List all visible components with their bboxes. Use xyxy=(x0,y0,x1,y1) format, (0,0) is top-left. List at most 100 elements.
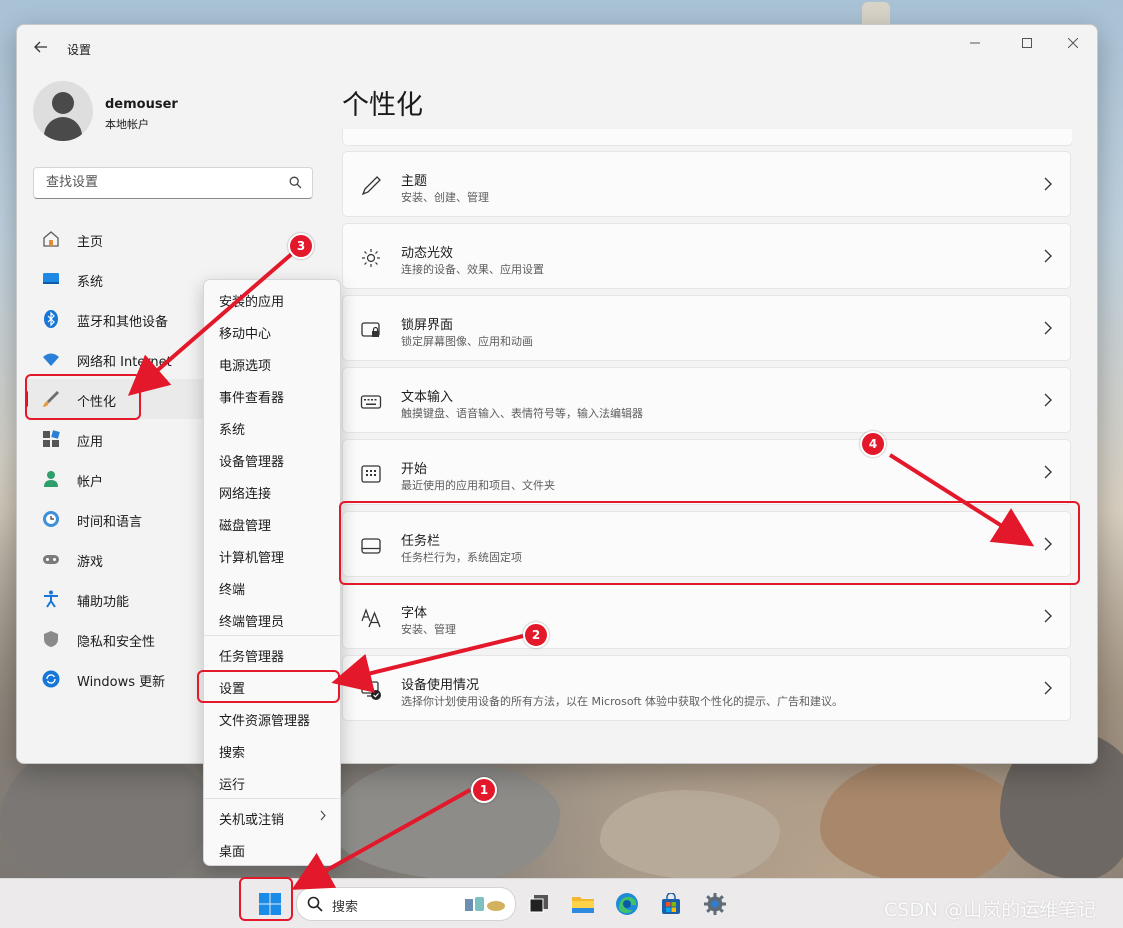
card-start[interactable]: 开始 最近使用的应用和项目、文件夹 xyxy=(342,439,1071,505)
account-type: 本地帐户 xyxy=(105,118,149,131)
chevron-right-icon xyxy=(1044,609,1052,623)
annotation-highlight-personalization xyxy=(25,374,141,420)
menu-item-label: 终端管理员 xyxy=(219,615,285,630)
menu-item-desktop[interactable]: 桌面 xyxy=(204,833,340,863)
account-icon xyxy=(41,469,61,489)
menu-item-installed-apps[interactable]: 安装的应用 xyxy=(204,283,340,313)
card-subtitle: 连接的设备、效果、应用设置 xyxy=(401,263,544,276)
card-title: 设备使用情况 xyxy=(401,678,480,693)
pen-icon xyxy=(359,174,383,198)
card-dynamic-lighting[interactable]: 动态光效 连接的设备、效果、应用设置 xyxy=(342,223,1071,289)
card-subtitle: 安装、管理 xyxy=(401,623,456,636)
menu-item-device-manager[interactable]: 设备管理器 xyxy=(204,443,340,473)
watermark: CSDN @山岚的运维笔记 xyxy=(884,899,1097,921)
annotation-badge-2: 2 xyxy=(523,622,549,648)
sidebar-item-label: 时间和语言 xyxy=(77,515,143,530)
menu-item-label: 运行 xyxy=(219,778,246,793)
sidebar-item-label: 系统 xyxy=(77,275,104,290)
menu-item-label: 搜索 xyxy=(219,746,246,761)
menu-item-terminal[interactable]: 终端 xyxy=(204,571,340,601)
bluetooth-icon xyxy=(41,309,61,329)
apps-icon xyxy=(41,429,61,449)
wifi-icon xyxy=(41,349,61,369)
menu-item-label: 桌面 xyxy=(219,845,246,860)
menu-item-mobility-center[interactable]: 移动中心 xyxy=(204,315,340,345)
menu-item-label: 事件查看器 xyxy=(219,391,285,406)
card-title: 开始 xyxy=(401,462,428,477)
menu-item-network-connections[interactable]: 网络连接 xyxy=(204,475,340,505)
menu-item-terminal-admin[interactable]: 终端管理员 xyxy=(204,603,340,633)
page-title: 个性化 xyxy=(342,90,423,121)
device-usage-icon xyxy=(359,678,383,702)
menu-item-task-manager[interactable]: 任务管理器 xyxy=(204,638,340,668)
settings-window: 设置 demouser 本地帐户 主页 xyxy=(16,24,1098,764)
card-subtitle: 选择你计划使用设备的所有方法，以在 Microsoft 体验中获取个性化的提示、… xyxy=(401,695,844,708)
store-button[interactable] xyxy=(656,889,686,919)
task-view-button[interactable] xyxy=(524,889,554,919)
avatar xyxy=(33,81,93,141)
menu-item-label: 磁盘管理 xyxy=(219,519,272,534)
chevron-right-icon xyxy=(1044,681,1052,695)
menu-item-shutdown-signout[interactable]: 关机或注销 xyxy=(204,801,340,831)
annotation-highlight-taskbar-card xyxy=(339,501,1080,585)
back-arrow-icon xyxy=(34,41,47,53)
card-subtitle: 安装、创建、管理 xyxy=(401,191,489,204)
menu-item-label: 文件资源管理器 xyxy=(219,714,311,729)
file-explorer-icon xyxy=(572,897,594,913)
menu-item-label: 移动中心 xyxy=(219,327,272,342)
close-button[interactable] xyxy=(1061,33,1085,53)
card-lock-screen[interactable]: 锁屏界面 锁定屏幕图像、应用和动画 xyxy=(342,295,1071,361)
card-text-input[interactable]: 文本输入 触摸键盘、语音输入、表情符号等，输入法编辑器 xyxy=(342,367,1071,433)
menu-item-label: 电源选项 xyxy=(219,359,272,374)
menu-item-system[interactable]: 系统 xyxy=(204,411,340,441)
chevron-right-icon xyxy=(320,810,326,821)
maximize-button[interactable] xyxy=(1015,33,1039,53)
sidebar-item-home[interactable]: 主页 xyxy=(25,219,321,259)
menu-item-disk-management[interactable]: 磁盘管理 xyxy=(204,507,340,537)
menu-item-file-explorer[interactable]: 文件资源管理器 xyxy=(204,702,340,732)
menu-item-label: 网络连接 xyxy=(219,487,272,502)
chevron-right-icon xyxy=(1044,393,1052,407)
accessibility-icon xyxy=(41,589,61,609)
user-name: demouser xyxy=(105,97,178,112)
search-icon xyxy=(289,176,302,189)
annotation-badge-3: 3 xyxy=(288,233,314,259)
wallpaper-rock xyxy=(600,790,780,880)
menu-item-event-viewer[interactable]: 事件查看器 xyxy=(204,379,340,409)
menu-item-computer-management[interactable]: 计算机管理 xyxy=(204,539,340,569)
menu-item-power-options[interactable]: 电源选项 xyxy=(204,347,340,377)
lighting-icon xyxy=(359,246,383,270)
sidebar-item-label: 主页 xyxy=(77,235,104,250)
taskbar-search-box[interactable]: 搜索 xyxy=(296,887,516,921)
menu-item-label: 终端 xyxy=(219,583,246,598)
update-icon xyxy=(41,669,61,689)
menu-item-search[interactable]: 搜索 xyxy=(204,734,340,764)
back-button[interactable] xyxy=(31,37,51,57)
minimize-button[interactable] xyxy=(963,33,987,53)
card-device-usage[interactable]: 设备使用情况 选择你计划使用设备的所有方法，以在 Microsoft 体验中获取… xyxy=(342,655,1071,721)
gaming-icon xyxy=(41,549,61,569)
menu-item-label: 关机或注销 xyxy=(219,813,285,828)
card-themes[interactable]: 主题 安装、创建、管理 xyxy=(342,151,1071,217)
search-highlight-icon xyxy=(465,897,505,911)
file-explorer-button[interactable] xyxy=(568,889,598,919)
wallpaper-rock xyxy=(330,760,560,880)
system-icon xyxy=(41,269,61,289)
chevron-right-icon xyxy=(1044,249,1052,263)
start-icon xyxy=(359,462,383,486)
settings-icon xyxy=(704,893,726,915)
card-fonts[interactable]: 字体 安装、管理 xyxy=(342,583,1071,649)
time-language-icon xyxy=(41,509,61,529)
card-subtitle: 触摸键盘、语音输入、表情符号等，输入法编辑器 xyxy=(401,407,643,420)
settings-search-box[interactable] xyxy=(33,167,313,199)
edge-button[interactable] xyxy=(612,889,642,919)
card-subtitle: 最近使用的应用和项目、文件夹 xyxy=(401,479,555,492)
settings-button[interactable] xyxy=(700,889,730,919)
settings-search-input[interactable] xyxy=(44,174,278,191)
menu-item-label: 系统 xyxy=(219,423,246,438)
window-title: 设置 xyxy=(67,43,92,57)
menu-item-run[interactable]: 运行 xyxy=(204,766,340,796)
close-icon xyxy=(1068,38,1078,48)
chevron-right-icon xyxy=(1044,321,1052,335)
chevron-right-icon xyxy=(1044,465,1052,479)
